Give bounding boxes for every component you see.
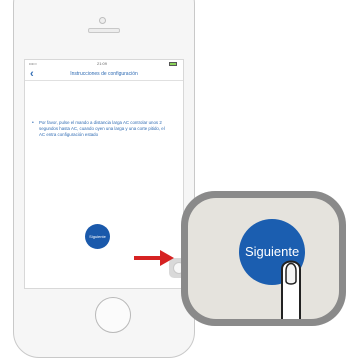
instruction-bullet: • <box>32 120 34 126</box>
arrow-right-icon <box>134 250 174 266</box>
front-camera <box>99 17 106 24</box>
zoom-callout: Siguiente <box>181 191 346 326</box>
home-button[interactable] <box>95 297 131 333</box>
nav-title: Instrucciones de configuración <box>70 71 138 77</box>
navigation-bar: ‹ Instrucciones de configuración <box>25 68 183 81</box>
status-bar: ••••○ 21:09 <box>25 60 183 68</box>
phone-frame: ••••○ 21:09 ‹ Instrucciones de configura… <box>13 0 195 358</box>
zoom-callout-inner: Siguiente <box>188 198 339 319</box>
instruction-text: Por favor, pulse el mando a distancia la… <box>39 120 165 138</box>
finger-icon <box>281 260 301 319</box>
next-button[interactable]: Siguiente <box>85 224 110 249</box>
status-time: 21:09 <box>97 61 108 66</box>
battery-icon <box>169 62 177 66</box>
signal-indicator: ••••○ <box>29 61 38 66</box>
earpiece-speaker <box>88 28 120 33</box>
